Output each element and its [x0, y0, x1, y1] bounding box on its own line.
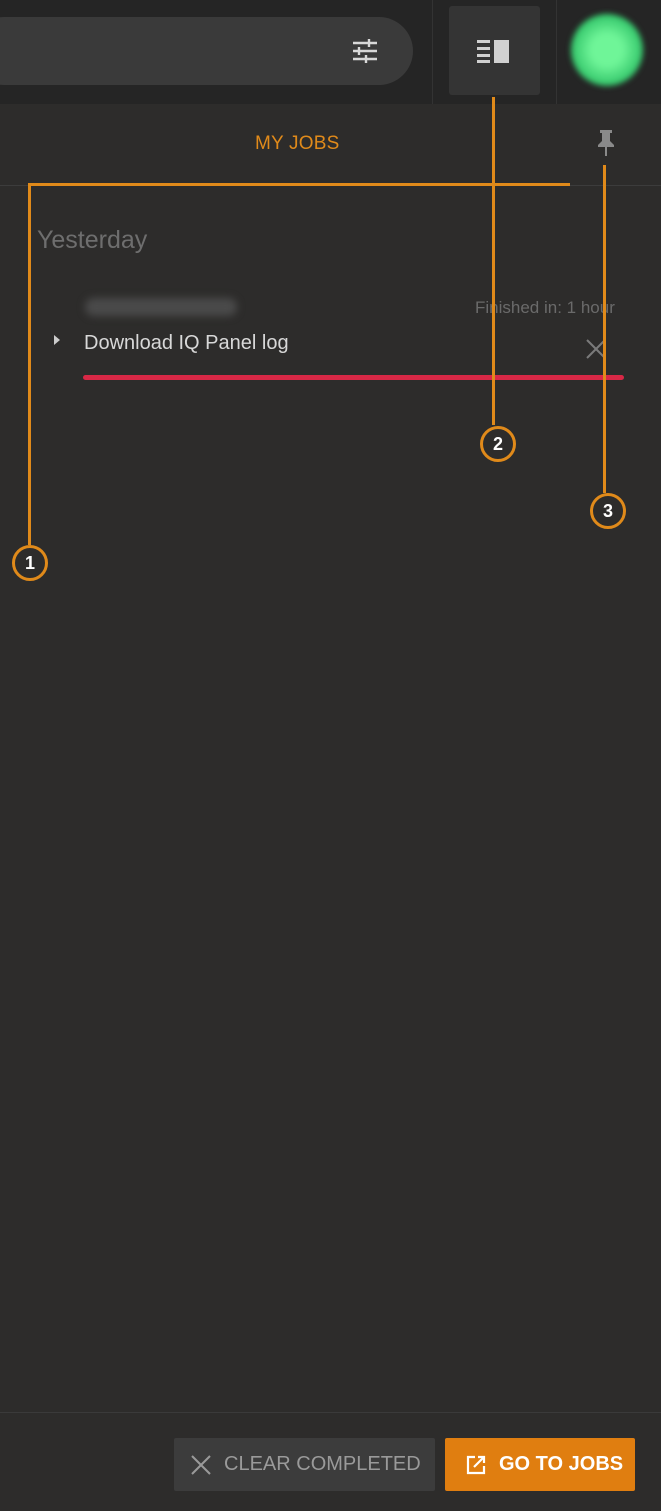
footer-divider: [0, 1412, 661, 1413]
go-to-jobs-button[interactable]: GO TO JOBS: [445, 1438, 635, 1491]
panel-toggle-icon: [477, 40, 509, 63]
go-to-jobs-label: GO TO JOBS: [499, 1453, 624, 1475]
job-group-title: Yesterday: [37, 226, 148, 254]
job-title: Download IQ Panel log: [84, 332, 289, 354]
divider: [556, 0, 557, 104]
callout-leader-3: [603, 165, 606, 493]
callout-3: 3: [590, 493, 626, 529]
callout-2: 2: [480, 426, 516, 462]
job-status-bar: [83, 375, 624, 380]
top-bar: [0, 0, 661, 104]
callout-leader-1: [28, 183, 31, 545]
active-tab-indicator: [28, 183, 570, 186]
callout-1: 1: [12, 545, 48, 581]
job-finished-time: Finished in: 1 hour: [475, 298, 615, 317]
clear-completed-label: CLEAR COMPLETED: [224, 1453, 421, 1475]
open-external-icon: [466, 1455, 486, 1474]
tune-icon[interactable]: [350, 36, 380, 66]
clear-completed-button[interactable]: CLEAR COMPLETED: [174, 1438, 435, 1491]
pin-icon[interactable]: [594, 128, 618, 158]
divider: [432, 0, 433, 104]
panel-toggle-button[interactable]: [449, 6, 540, 95]
expand-arrow-icon[interactable]: [52, 333, 62, 347]
tab-my-jobs[interactable]: MY JOBS: [255, 133, 339, 155]
callout-leader-2: [492, 97, 495, 425]
avatar[interactable]: [571, 14, 643, 86]
close-icon: [191, 1454, 211, 1475]
job-meta-redacted: [85, 298, 237, 316]
